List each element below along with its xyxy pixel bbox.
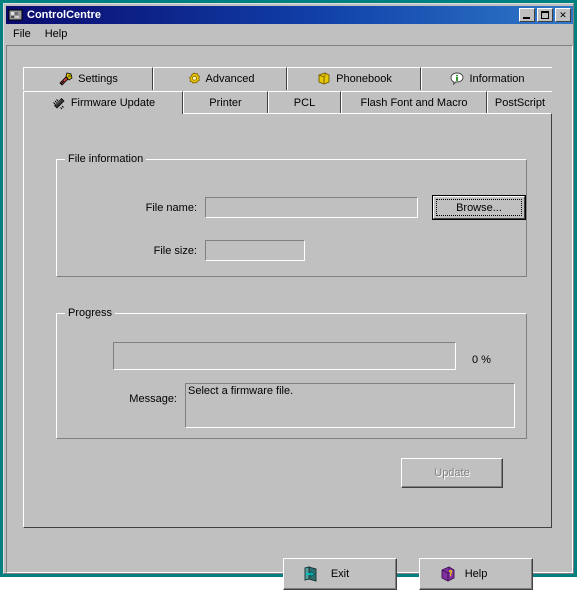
window-title: ControlCentre [27, 9, 101, 21]
minimize-button[interactable] [519, 8, 535, 22]
tab-label: PCL [293, 97, 316, 109]
tab-label: Information [469, 73, 525, 85]
progress-percent-label: 0 % [472, 354, 491, 366]
menu-item-file[interactable]: File [6, 27, 38, 42]
help-book-icon [438, 564, 458, 584]
application-window: ControlCentre ✕ File Help Settings Advan… [0, 0, 577, 590]
help-button[interactable]: Help [419, 558, 533, 590]
file-size-input [205, 240, 305, 261]
exit-button-label: Exit [330, 568, 350, 580]
browse-button[interactable]: Browse... [432, 195, 526, 220]
tab-firmware-update[interactable]: Firmware Update [23, 91, 183, 114]
menu-item-help[interactable]: Help [38, 27, 75, 42]
tab-settings[interactable]: Settings [23, 67, 153, 90]
window-inner-frame: ControlCentre ✕ File Help Settings Advan… [3, 3, 574, 590]
tab-pcl[interactable]: PCL [268, 91, 341, 114]
tab-label: Settings [78, 73, 118, 85]
tab-label: Printer [209, 97, 242, 109]
progress-group-title: Progress [65, 307, 116, 319]
message-label: Message: [129, 393, 177, 405]
tab-printer[interactable]: Printer [183, 91, 268, 114]
tab-flash-font-and-macro[interactable]: Flash Font and Macro [341, 91, 487, 114]
close-icon: ✕ [559, 9, 567, 20]
menu-bar: File Help [6, 26, 573, 43]
book-icon [316, 71, 332, 87]
tab-label: Phonebook [336, 73, 392, 85]
application-icon [8, 8, 24, 22]
file-information-group-title: File information [65, 153, 147, 165]
maximize-button[interactable] [537, 8, 553, 22]
file-name-input[interactable] [205, 197, 418, 218]
update-button-label: Update [434, 467, 470, 479]
client-area: Settings Advanced Phonebook Information … [6, 45, 573, 590]
tab-strip: Settings Advanced Phonebook Information … [23, 67, 552, 114]
title-bar[interactable]: ControlCentre ✕ [6, 6, 573, 24]
info-bubble-icon [449, 71, 465, 87]
message-box: Select a firmware file. [185, 383, 515, 428]
file-information-group: File information File name: Browse... Fi… [56, 153, 527, 277]
tools-icon [58, 71, 74, 87]
exit-button[interactable]: Exit [283, 558, 397, 590]
chip-icon [51, 95, 67, 111]
tab-information[interactable]: Information [421, 67, 552, 90]
tab-phonebook[interactable]: Phonebook [287, 67, 421, 90]
tab-label: Firmware Update [70, 97, 156, 109]
file-name-label: File name: [145, 202, 197, 214]
browse-button-label: Browse... [456, 201, 502, 214]
tab-label: PostScript [494, 97, 546, 109]
tab-advanced[interactable]: Advanced [153, 67, 287, 90]
progress-group: Progress 0 % Message: Select a firmware … [56, 307, 527, 439]
tab-label: Advanced [205, 73, 255, 85]
exit-door-icon [302, 564, 322, 584]
tab-content-panel: File information File name: Browse... Fi… [23, 113, 552, 528]
close-button[interactable]: ✕ [555, 8, 571, 22]
update-button[interactable]: Update [401, 458, 503, 488]
tab-label: Flash Font and Macro [360, 97, 468, 109]
help-button-label: Help [464, 568, 488, 580]
file-size-label: File size: [153, 245, 197, 257]
gear-icon [186, 71, 202, 87]
progress-bar [113, 342, 456, 370]
tab-postscript[interactable]: PostScript [487, 91, 552, 114]
